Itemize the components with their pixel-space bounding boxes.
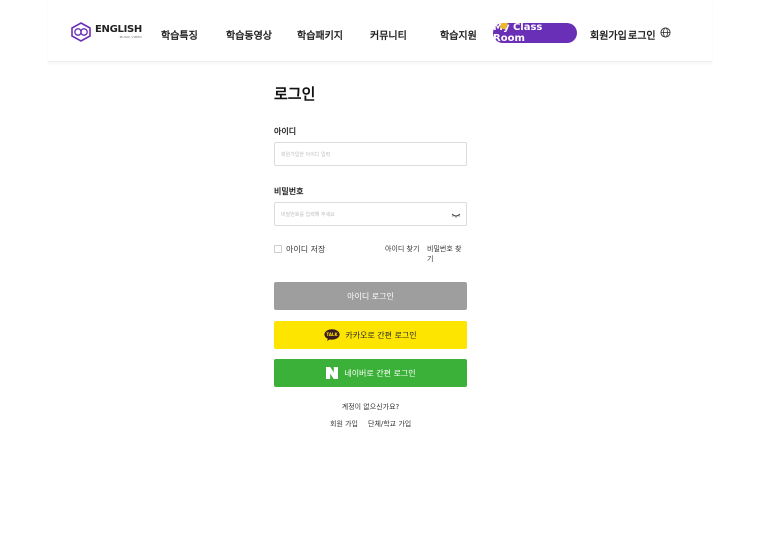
id-label: 아이디: [274, 127, 297, 136]
login-link[interactable]: 로그인: [628, 27, 656, 42]
save-id-label[interactable]: 아이디 저장: [286, 244, 325, 255]
no-account-text: 계정이 없으신가요?: [341, 403, 400, 411]
kakao-badge-text: TALK: [327, 332, 339, 337]
join-member-link[interactable]: 회원 가입: [330, 420, 358, 428]
kakao-login-label: 카카오로 간편 로그인: [345, 330, 417, 340]
password-label: 비밀번호: [274, 187, 304, 196]
find-id-link[interactable]: 아이디 찾기: [385, 244, 419, 254]
site-header: ENGLISH MUSIC VIDEO 학습특징 학습동영상 학습패키지 커뮤니…: [48, 0, 712, 62]
eye-toggle-icon[interactable]: [451, 210, 461, 220]
nav-learning-support[interactable]: 학습지원: [440, 27, 477, 42]
kakao-talk-icon: TALK: [324, 329, 340, 341]
logo-mark-icon: [71, 22, 91, 42]
id-placeholder: 회원가입한 아이디 입력: [281, 151, 331, 158]
signup-link[interactable]: 회원가입: [590, 27, 627, 42]
join-links: 회원 가입 단체/학교 가입: [330, 419, 411, 429]
page-title: 로그인: [274, 85, 316, 103]
kakao-login-button[interactable]: TALK 카카오로 간편 로그인: [274, 321, 467, 349]
nav-learning-features[interactable]: 학습특징: [161, 27, 198, 42]
nav-learning-videos[interactable]: 학습동영상: [226, 27, 272, 42]
save-id-row: 아이디 저장 아이디 찾기 비밀번호 찾기: [274, 243, 467, 263]
password-placeholder: 비밀번호를 입력해 주세요: [281, 211, 335, 218]
logo-subtext: MUSIC VIDEO: [119, 35, 142, 39]
naver-login-label: 네이버로 간편 로그인: [344, 368, 416, 378]
naver-n-icon: [326, 367, 339, 379]
site-logo[interactable]: ENGLISH MUSIC VIDEO: [70, 22, 142, 42]
logo-text: ENGLISH: [95, 24, 142, 35]
join-group-link[interactable]: 단체/학교 가입: [368, 420, 411, 428]
globe-icon[interactable]: [660, 27, 671, 38]
nav-community[interactable]: 커뮤니티: [370, 27, 407, 42]
my-class-room-button[interactable]: My Class Room: [493, 23, 577, 43]
id-login-label: 아이디 로그인: [347, 291, 394, 301]
find-password-link[interactable]: 비밀번호 찾기: [427, 244, 467, 264]
id-login-button[interactable]: 아이디 로그인: [274, 282, 467, 310]
id-input[interactable]: 회원가입한 아이디 입력: [274, 142, 467, 166]
save-id-checkbox[interactable]: [274, 245, 282, 253]
password-input[interactable]: 비밀번호를 입력해 주세요: [274, 202, 467, 226]
nav-learning-packages[interactable]: 학습패키지: [297, 27, 343, 42]
naver-login-button[interactable]: 네이버로 간편 로그인: [274, 359, 467, 387]
